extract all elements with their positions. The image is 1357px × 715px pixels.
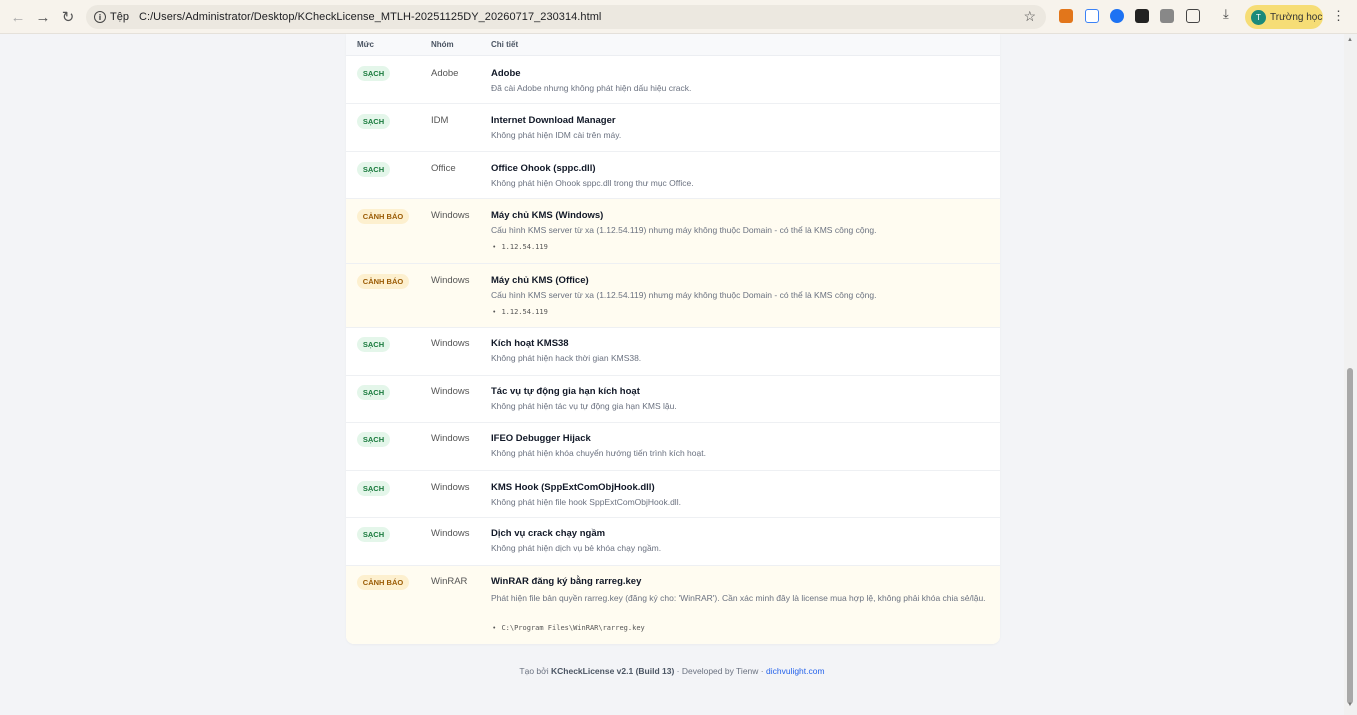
status-badge: SẠCH (357, 527, 390, 542)
evidence-item: 1.12.54.119 (493, 308, 547, 316)
row-group: Windows (431, 275, 470, 286)
extension-icon[interactable] (1135, 9, 1149, 23)
table-row: SẠCH Office Office Ohook (sppc.dll) Khôn… (346, 152, 1000, 199)
evidence-item: C:\Program Files\WinRAR\rarreg.key (493, 624, 644, 632)
row-group: IDM (431, 115, 449, 126)
puzzle-extensions-icon[interactable] (1186, 9, 1200, 23)
row-group: Windows (431, 433, 470, 444)
row-title: WinRAR đăng ký bằng rarreg.key (491, 576, 642, 587)
scroll-up-icon[interactable]: ▲ (1347, 37, 1353, 43)
footer-middle: · Developed by Tienw · (676, 666, 764, 676)
back-icon[interactable]: ← (7, 6, 29, 28)
report-card: Mức Nhóm Chi tiết SẠCH Adobe Adobe Đã cà… (346, 34, 1000, 644)
row-group: Office (431, 163, 456, 174)
status-badge: SẠCH (357, 432, 390, 447)
row-desc: Không phát hiện khóa chuyển hướng tiến t… (491, 448, 706, 458)
address-bar[interactable]: i Tệp C:/Users/Administrator/Desktop/KCh… (86, 5, 1046, 29)
row-desc: Không phát hiện hack thời gian KMS38. (491, 353, 642, 363)
status-badge: SẠCH (357, 385, 390, 400)
row-group: Windows (431, 528, 470, 539)
row-group: Windows (431, 482, 470, 493)
row-group: Windows (431, 338, 470, 349)
table-row: CẢNH BÁO Windows Máy chủ KMS (Windows) C… (346, 199, 1000, 264)
row-title: Kích hoạt KMS38 (491, 338, 569, 349)
row-desc: Phát hiện file bản quyền rarreg.key (đăn… (491, 593, 986, 603)
row-desc: Không phát hiện Ohook sppc.dll trong thư… (491, 178, 694, 188)
row-title: Adobe (491, 68, 521, 79)
download-icon[interactable]: ⤓ (1223, 6, 1237, 21)
url-text[interactable]: C:/Users/Administrator/Desktop/KCheckLic… (139, 11, 601, 23)
row-desc: Đã cài Adobe nhưng không phát hiện dấu h… (491, 83, 692, 93)
status-badge: CẢNH BÁO (357, 274, 409, 289)
table-row: SẠCH IDM Internet Download Manager Không… (346, 104, 1000, 152)
scrollbar[interactable]: ▲ ▼ (1344, 34, 1357, 715)
forward-icon[interactable]: → (32, 6, 54, 28)
table-row: CẢNH BÁO Windows Máy chủ KMS (Office) Cấ… (346, 264, 1000, 328)
row-group: Windows (431, 386, 470, 397)
avatar: T (1251, 9, 1266, 25)
url-scheme: Tệp (110, 11, 129, 23)
row-title: Internet Download Manager (491, 115, 616, 126)
extension-icon[interactable] (1085, 9, 1099, 23)
table-row: SẠCH Windows KMS Hook (SppExtComObjHook.… (346, 471, 1000, 518)
table-row: SẠCH Windows Tác vụ tự động gia hạn kích… (346, 376, 1000, 423)
row-title: Tác vụ tự động gia hạn kích hoạt (491, 386, 640, 397)
browser-toolbar: ← → ↻ i Tệp C:/Users/Administrator/Deskt… (0, 0, 1357, 34)
row-desc: Không phát hiện IDM cài trên máy. (491, 130, 622, 140)
row-desc: Cấu hình KMS server từ xa (1.12.54.119) … (491, 290, 877, 300)
table-row: SẠCH Adobe Adobe Đã cài Adobe nhưng khôn… (346, 56, 1000, 104)
footer-prefix: Tạo bởi (519, 666, 549, 676)
table-row: SẠCH Windows Kích hoạt KMS38 Không phát … (346, 328, 1000, 376)
row-title: Office Ohook (sppc.dll) (491, 163, 596, 174)
table-row: SẠCH Windows IFEO Debugger Hijack Không … (346, 423, 1000, 471)
row-desc: Không phát hiện file hook SppExtComObjHo… (491, 497, 681, 507)
table-header: Mức Nhóm Chi tiết (346, 34, 1000, 56)
profile-name: Trường học (1270, 11, 1323, 23)
table-row: SẠCH Windows Dịch vụ crack chạy ngầm Khô… (346, 518, 1000, 566)
profile-button[interactable]: T Trường học (1245, 5, 1323, 29)
footer-product: KCheckLicense v2.1 (Build 13) (551, 666, 675, 676)
status-badge: SẠCH (357, 337, 390, 352)
status-badge: CẢNH BÁO (357, 575, 409, 590)
menu-dots-icon[interactable]: ⋮ (1332, 8, 1345, 24)
table-row: CẢNH BÁO WinRAR WinRAR đăng ký bằng rarr… (346, 566, 1000, 644)
row-title: Dịch vụ crack chạy ngầm (491, 528, 606, 539)
row-desc: Không phát hiện tác vụ tự động gia hạn K… (491, 401, 677, 411)
row-desc: Cấu hình KMS server từ xa (1.12.54.119) … (491, 225, 877, 235)
row-title: Máy chủ KMS (Windows) (491, 210, 604, 221)
scroll-down-icon[interactable]: ▼ (1347, 702, 1353, 708)
reload-icon[interactable]: ↻ (57, 6, 79, 28)
info-icon[interactable]: i (94, 11, 106, 23)
status-badge: CẢNH BÁO (357, 209, 409, 224)
row-title: KMS Hook (SppExtComObjHook.dll) (491, 482, 655, 493)
row-title: IFEO Debugger Hijack (491, 433, 591, 444)
extension-icon[interactable] (1110, 9, 1124, 23)
evidence-item: 1.12.54.119 (493, 243, 547, 251)
header-level: Mức (357, 40, 374, 49)
row-group: WinRAR (431, 576, 468, 587)
bookmark-star-icon[interactable]: ☆ (1023, 8, 1036, 25)
status-badge: SẠCH (357, 66, 390, 81)
scrollbar-thumb[interactable] (1347, 368, 1353, 704)
header-group: Nhóm (431, 40, 454, 49)
row-title: Máy chủ KMS (Office) (491, 275, 589, 286)
row-desc: Không phát hiện dịch vụ bẻ khóa chạy ngầ… (491, 543, 662, 553)
status-badge: SẠCH (357, 114, 390, 129)
footer-link[interactable]: dichvulight.com (766, 666, 825, 676)
footer: Tạo bởi KCheckLicense v2.1 (Build 13) · … (0, 666, 1344, 676)
status-badge: SẠCH (357, 162, 390, 177)
extension-icon[interactable] (1160, 9, 1174, 23)
row-group: Windows (431, 210, 470, 221)
metamask-extension-icon[interactable] (1059, 9, 1073, 23)
header-detail: Chi tiết (491, 40, 519, 49)
row-group: Adobe (431, 68, 459, 79)
status-badge: SẠCH (357, 481, 390, 496)
